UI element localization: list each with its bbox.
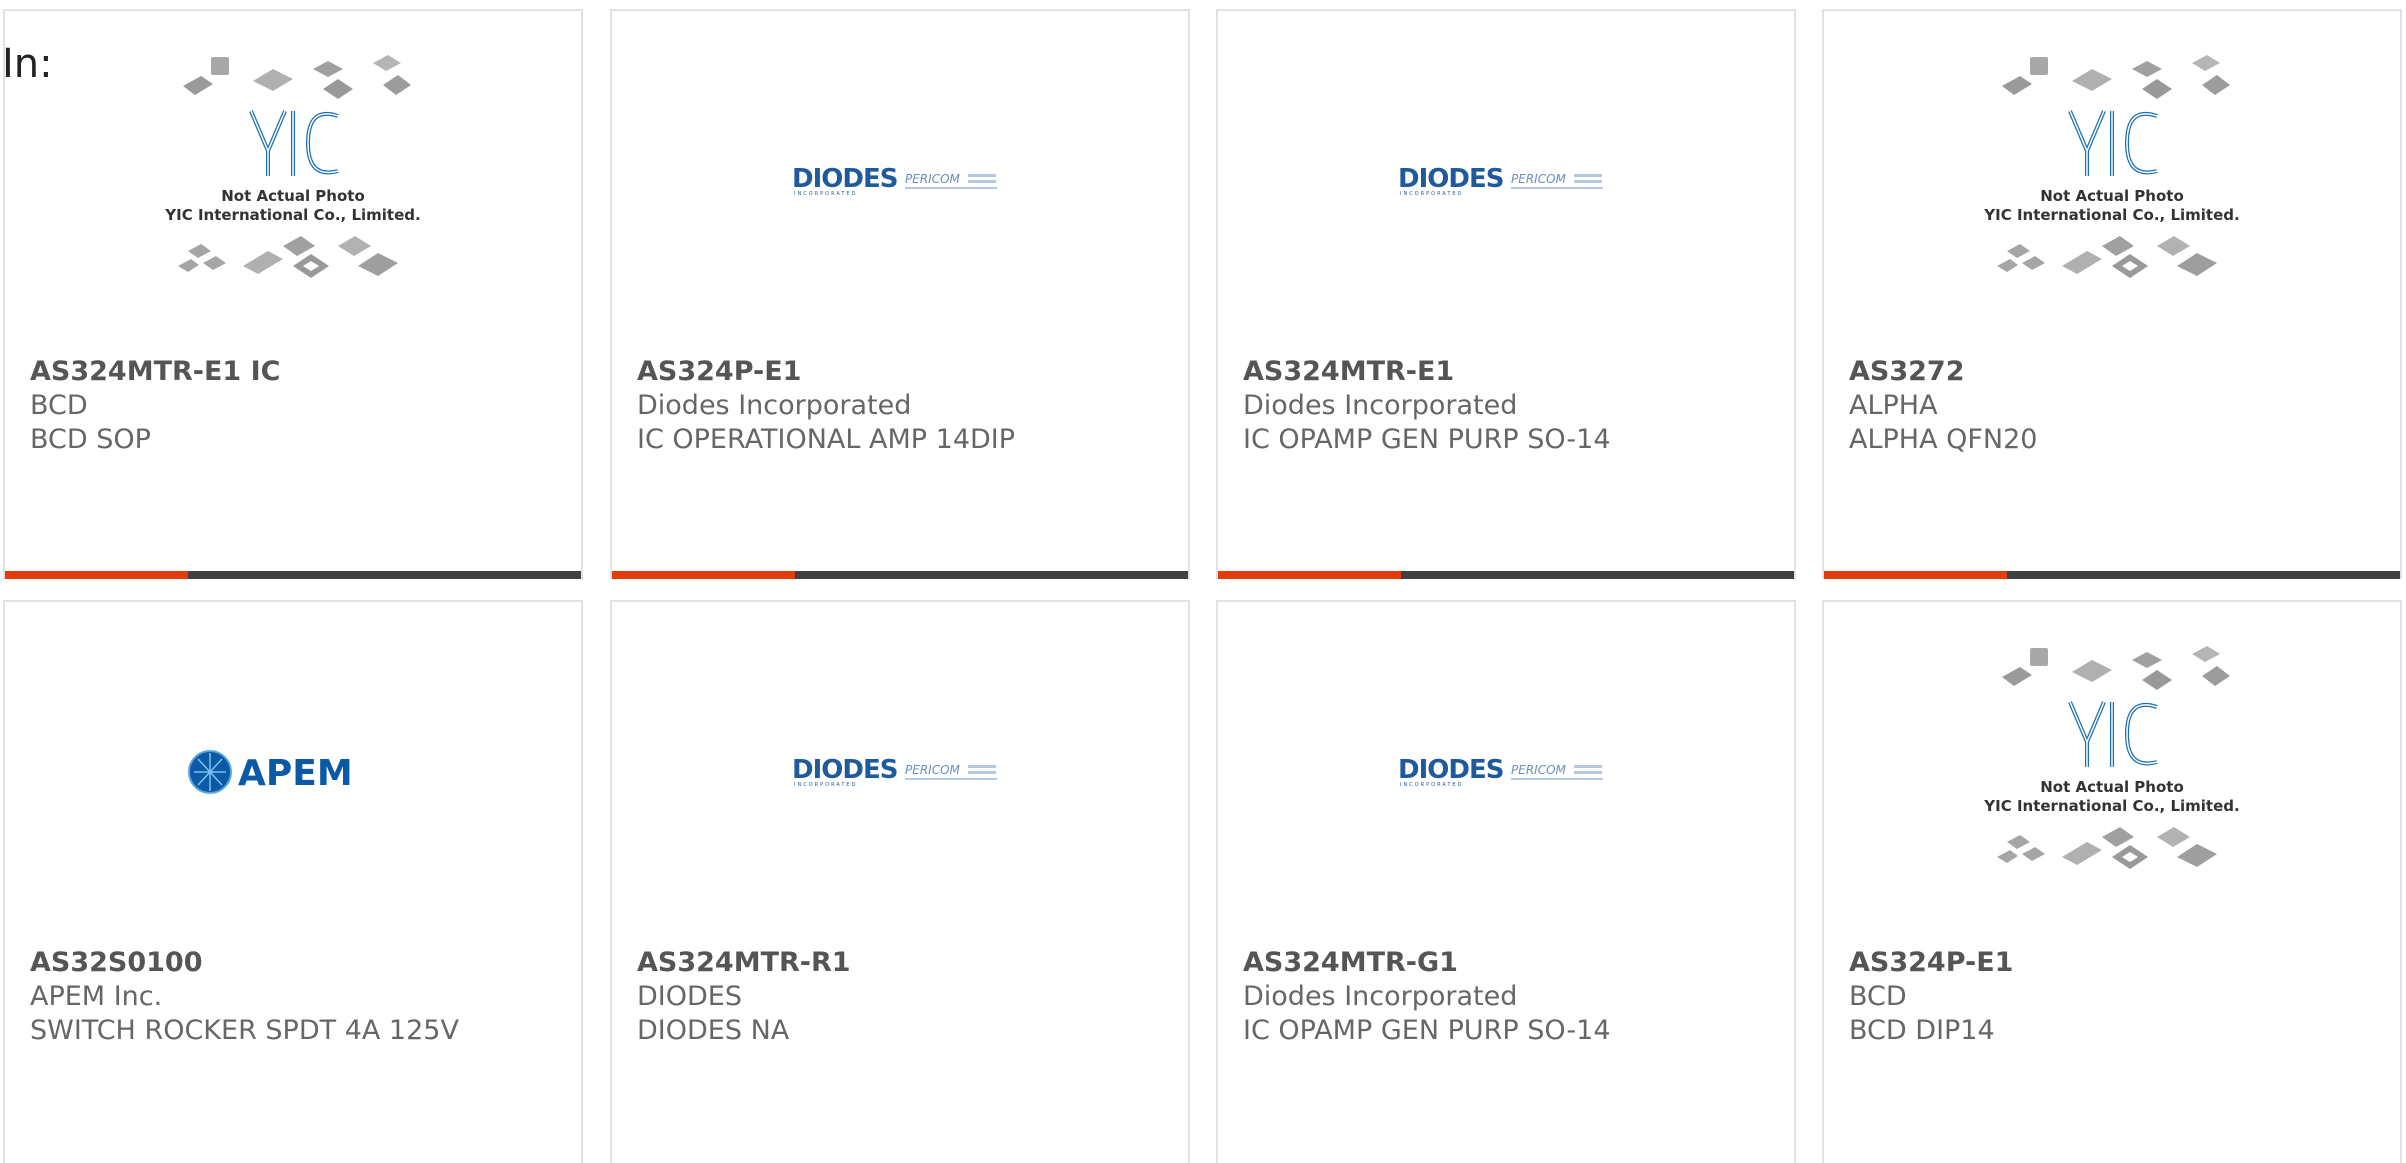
- description: ALPHA QFN20: [1849, 424, 2038, 455]
- product-image: APEM: [5, 602, 581, 942]
- svg-text:APEM: APEM: [238, 753, 353, 794]
- svg-text:PERICOM: PERICOM: [905, 172, 961, 186]
- manufacturer: ALPHA: [1849, 390, 1938, 421]
- svg-text:YIC International Co., Limited: YIC International Co., Limited.: [164, 206, 420, 224]
- svg-text:INCORPORATED: INCORPORATED: [794, 782, 857, 788]
- description: SWITCH ROCKER SPDT 4A 125V: [30, 1015, 459, 1046]
- manufacturer: APEM Inc.: [30, 981, 163, 1012]
- description: BCD DIP14: [1849, 1015, 1995, 1046]
- svg-text:DIODES: DIODES: [792, 164, 897, 194]
- product-image: DIODES INCORPORATED PERICOM: [612, 11, 1188, 351]
- product-info: AS3272 ALPHA ALPHA QFN20: [1849, 355, 2380, 457]
- description: IC OPERATIONAL AMP 14DIP: [637, 424, 1016, 455]
- card-bar: [5, 571, 581, 579]
- card-bar-accent: [5, 571, 188, 579]
- product-image: Not Actual Photo YIC International Co., …: [5, 11, 581, 351]
- svg-text:Not Actual Photo: Not Actual Photo: [221, 187, 365, 205]
- product-card[interactable]: DIODES INCORPORATED PERICOM AS324MTR-R1 …: [610, 600, 1190, 1163]
- part-number[interactable]: AS324P-E1: [637, 355, 1168, 389]
- part-number[interactable]: AS32S0100: [30, 946, 561, 980]
- description: IC OPAMP GEN PURP SO-14: [1243, 1015, 1611, 1046]
- svg-text:PERICOM: PERICOM: [905, 763, 961, 777]
- product-card[interactable]: Not Actual Photo YIC International Co., …: [1822, 9, 2402, 579]
- manufacturer: BCD: [30, 390, 88, 421]
- part-number[interactable]: AS324MTR-G1: [1243, 946, 1774, 980]
- product-info: AS324MTR-G1 Diodes Incorporated IC OPAMP…: [1243, 946, 1774, 1048]
- svg-text:PERICOM: PERICOM: [1511, 172, 1567, 186]
- card-bar-accent: [1824, 571, 2007, 579]
- diodes-pericom-logo: DIODES INCORPORATED PERICOM: [792, 164, 997, 197]
- description: DIODES NA: [637, 1015, 790, 1046]
- product-info: AS324P-E1 BCD BCD DIP14: [1849, 946, 2380, 1048]
- svg-text:INCORPORATED: INCORPORATED: [794, 191, 857, 197]
- part-number[interactable]: AS324MTR-E1: [1243, 355, 1774, 389]
- product-info: AS324P-E1 Diodes Incorporated IC OPERATI…: [637, 355, 1168, 457]
- manufacturer: DIODES: [637, 981, 742, 1012]
- product-card[interactable]: Not Actual Photo YIC International Co., …: [3, 9, 583, 579]
- part-number[interactable]: AS3272: [1849, 355, 2380, 389]
- yic-placeholder-image: Not Actual Photo YIC International Co., …: [164, 55, 421, 278]
- part-number[interactable]: AS324MTR-E1 IC: [30, 355, 561, 389]
- product-info: AS324MTR-E1 Diodes Incorporated IC OPAMP…: [1243, 355, 1774, 457]
- product-grid-page: In: Not Actual Photo YIC International C…: [0, 0, 2406, 1163]
- diodes-pericom-logo: DIODES INCORPORATED PERICOM: [1398, 164, 1603, 197]
- product-card[interactable]: DIODES INCORPORATED PERICOM AS324MTR-E1 …: [1216, 9, 1796, 579]
- description: BCD SOP: [30, 424, 151, 455]
- manufacturer: BCD: [1849, 981, 1907, 1012]
- manufacturer: Diodes Incorporated: [637, 390, 912, 421]
- product-info: AS32S0100 APEM Inc. SWITCH ROCKER SPDT 4…: [30, 946, 561, 1048]
- card-bar: [1824, 571, 2400, 579]
- card-bar-accent: [1218, 571, 1401, 579]
- card-bar: [612, 571, 1188, 579]
- product-card[interactable]: DIODES INCORPORATED PERICOM AS324P-E1 Di…: [610, 9, 1190, 579]
- svg-text:DIODES: DIODES: [792, 755, 897, 785]
- svg-text:YIC International Co., Limited: YIC International Co., Limited.: [1983, 206, 2239, 224]
- product-info: AS324MTR-E1 IC BCD BCD SOP: [30, 355, 561, 457]
- description: IC OPAMP GEN PURP SO-14: [1243, 424, 1611, 455]
- product-image: Not Actual Photo YIC International Co., …: [1824, 11, 2400, 351]
- svg-text:DIODES: DIODES: [1398, 164, 1503, 194]
- yic-placeholder-image: Not Actual Photo YIC International Co., …: [1983, 55, 2240, 278]
- part-number[interactable]: AS324P-E1: [1849, 946, 2380, 980]
- product-image: DIODES INCORPORATED PERICOM: [612, 602, 1188, 942]
- card-bar: [1218, 571, 1794, 579]
- svg-text:YIC International Co., Limited: YIC International Co., Limited.: [1983, 797, 2239, 815]
- product-image: DIODES INCORPORATED PERICOM: [1218, 602, 1794, 942]
- product-image: Not Actual Photo YIC International Co., …: [1824, 602, 2400, 942]
- product-info: AS324MTR-R1 DIODES DIODES NA: [637, 946, 1168, 1048]
- svg-text:DIODES: DIODES: [1398, 755, 1503, 785]
- manufacturer: Diodes Incorporated: [1243, 981, 1518, 1012]
- svg-text:Not Actual Photo: Not Actual Photo: [2040, 187, 2184, 205]
- svg-text:INCORPORATED: INCORPORATED: [1400, 782, 1463, 788]
- diodes-pericom-logo: DIODES INCORPORATED PERICOM: [792, 755, 997, 788]
- svg-text:Not Actual Photo: Not Actual Photo: [2040, 778, 2184, 796]
- in-label: In:: [2, 41, 53, 87]
- product-image: DIODES INCORPORATED PERICOM: [1218, 11, 1794, 351]
- product-card[interactable]: Not Actual Photo YIC International Co., …: [1822, 600, 2402, 1163]
- yic-placeholder-image: Not Actual Photo YIC International Co., …: [1983, 646, 2240, 869]
- svg-text:PERICOM: PERICOM: [1511, 763, 1567, 777]
- product-card[interactable]: APEM AS32S0100 APEM Inc. SWITCH ROCKER S…: [3, 600, 583, 1163]
- manufacturer: Diodes Incorporated: [1243, 390, 1518, 421]
- apem-logo: APEM: [188, 750, 353, 794]
- svg-text:INCORPORATED: INCORPORATED: [1400, 191, 1463, 197]
- part-number[interactable]: AS324MTR-R1: [637, 946, 1168, 980]
- card-bar-accent: [612, 571, 795, 579]
- diodes-pericom-logo: DIODES INCORPORATED PERICOM: [1398, 755, 1603, 788]
- product-card[interactable]: DIODES INCORPORATED PERICOM AS324MTR-G1 …: [1216, 600, 1796, 1163]
